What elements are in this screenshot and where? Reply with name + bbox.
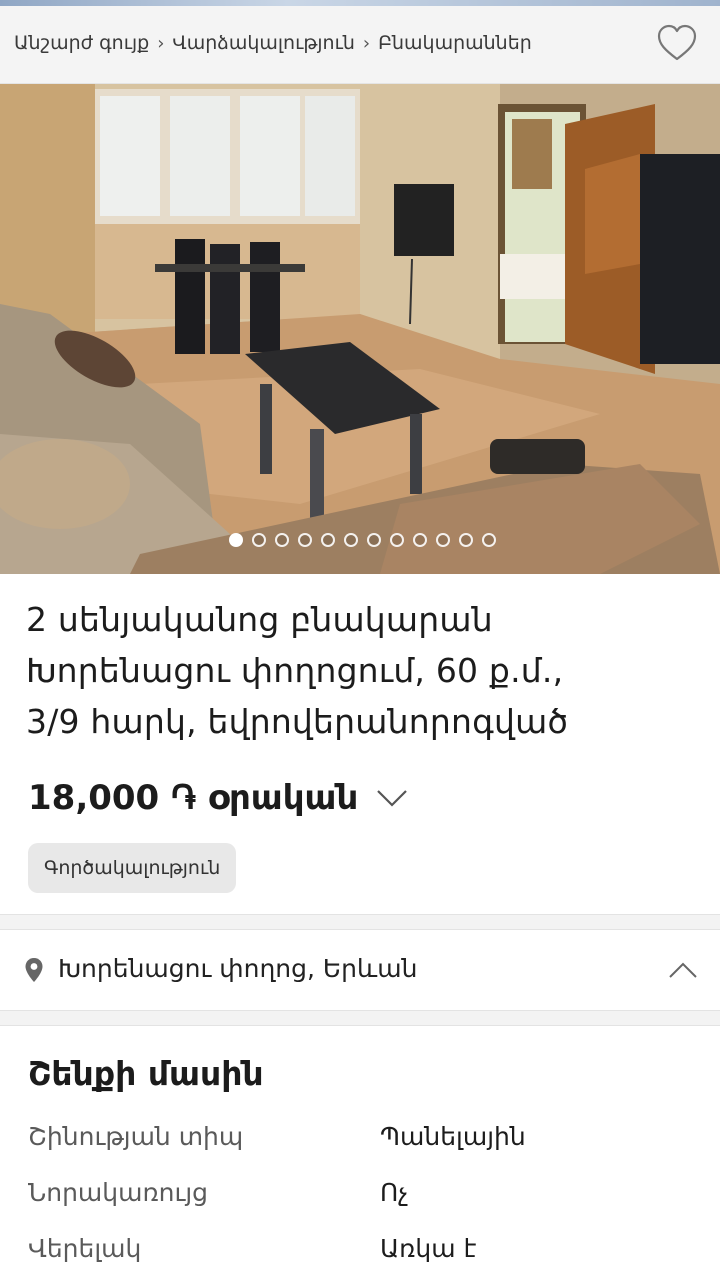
price: 18,000 ֏ օրական [28, 778, 359, 818]
gallery-dot[interactable] [366, 533, 381, 547]
category-badge[interactable]: Գործակալություն [28, 843, 237, 893]
location-text: Խորենացու փողոց, Երևան [58, 954, 418, 983]
location-pin-icon [25, 958, 43, 982]
chevron-down-icon[interactable] [376, 788, 408, 808]
gallery-dot[interactable] [412, 533, 427, 547]
gallery-dot[interactable] [228, 533, 243, 547]
title-line: 2 սենյականոց բնակարան [26, 600, 493, 639]
spec-label: Նորակառույց [28, 1178, 209, 1207]
listing-title: 2 սենյականոց բնակարան Խորենացու փողոցում… [26, 594, 706, 747]
gallery-dot[interactable] [251, 533, 266, 547]
price-selector[interactable]: 18,000 ֏ օրական [28, 778, 408, 818]
gallery-dot[interactable] [458, 533, 473, 547]
building-section-title: Շենքի մասին [28, 1054, 264, 1093]
title-line: Խորենացու փողոցում, 60 ք.մ., [26, 651, 564, 690]
gallery-dot[interactable] [389, 533, 404, 547]
section-divider [0, 914, 720, 930]
gallery-dot[interactable] [481, 533, 496, 547]
apartment-photo [0, 84, 720, 574]
spec-value: Պանելային [380, 1122, 526, 1151]
chevron-up-icon[interactable] [668, 960, 698, 980]
breadcrumb: Անշարժ գույք › Վարձակալություն › Բնակարա… [14, 32, 532, 54]
gallery-dot[interactable] [274, 533, 289, 547]
breadcrumb-item-real-estate[interactable]: Անշարժ գույք [14, 32, 149, 54]
location-row[interactable]: Խորենացու փողոց, Երևան [0, 930, 720, 1010]
gallery-dot[interactable] [297, 533, 312, 547]
spec-label: Շինության տիպ [28, 1122, 244, 1151]
gallery-dot[interactable] [343, 533, 358, 547]
breadcrumb-separator: › [157, 32, 165, 54]
spec-value: Առկա է [380, 1234, 477, 1263]
breadcrumb-separator: › [362, 32, 371, 54]
gallery-pagination [0, 533, 720, 547]
section-divider [0, 1010, 720, 1026]
spec-label: Վերելակ [28, 1234, 142, 1263]
heart-icon[interactable] [656, 23, 698, 63]
gallery-dot[interactable] [435, 533, 450, 547]
spec-value: Ոչ [380, 1178, 409, 1207]
gallery-dot[interactable] [320, 533, 335, 547]
title-line: 3/9 հարկ, եվրովերանորոգված [26, 702, 569, 741]
top-bar: Անշարժ գույք › Վարձակալություն › Բնակարա… [0, 6, 720, 84]
photo-gallery[interactable] [0, 84, 720, 574]
breadcrumb-item-apartments[interactable]: Բնակարաններ [378, 32, 532, 54]
breadcrumb-item-rent[interactable]: Վարձակալություն [172, 32, 354, 54]
